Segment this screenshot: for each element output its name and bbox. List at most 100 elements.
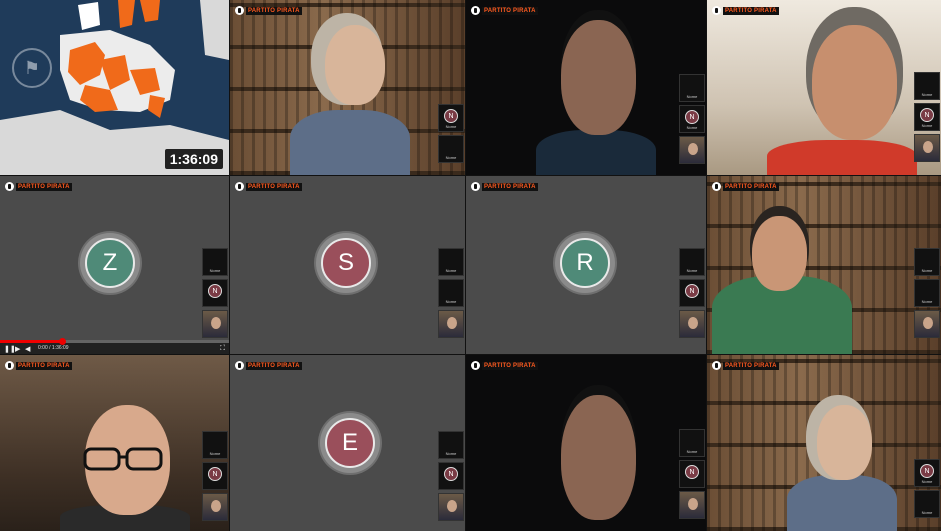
brand-logo: PARTITO PIRATA	[471, 181, 538, 192]
pirate-party-logo-icon	[471, 6, 480, 15]
side-thumb-video[interactable]	[679, 136, 705, 164]
timestamp-badge: 1:36:09	[164, 149, 223, 169]
participant-body	[787, 475, 897, 531]
side-thumbnails: Nome N	[679, 429, 705, 519]
participant-body	[290, 110, 410, 175]
tile-participant-man-dark[interactable]: PARTITO PIRATA Nome N Nome	[466, 0, 706, 175]
progress-track[interactable]	[0, 338, 229, 345]
avatar-ring: R	[555, 233, 615, 293]
side-thumb[interactable]: Nome	[438, 135, 464, 163]
side-thumb-video[interactable]	[914, 310, 940, 338]
side-thumbnails: Nome N	[438, 431, 464, 521]
glasses	[83, 447, 163, 471]
side-thumb[interactable]: N Nome	[914, 103, 940, 131]
brand-logo: PARTITO PIRATA	[235, 360, 302, 371]
pirate-party-logo-icon	[235, 182, 244, 191]
pirate-party-logo-icon	[5, 361, 14, 370]
play-icon[interactable]: ❚❚	[4, 345, 16, 353]
side-thumb[interactable]: Nome	[914, 248, 940, 276]
side-thumbnails: Nome N	[679, 248, 705, 338]
avatar-ring: Z	[80, 233, 140, 293]
pirate-party-logo-icon	[5, 182, 14, 191]
side-thumb[interactable]: N	[202, 279, 228, 307]
tile-avatar-r[interactable]: PARTITO PIRATA R Nome N	[466, 176, 706, 354]
pirate-party-watermark-icon: ⚑	[12, 48, 52, 88]
side-thumb[interactable]: N	[438, 462, 464, 490]
pirate-party-logo-icon	[712, 182, 721, 191]
avatar: Z	[85, 238, 135, 288]
side-thumbnails: Nome N Nome	[679, 74, 705, 164]
side-thumb-video[interactable]	[914, 134, 940, 162]
tile-participant-woman[interactable]: PARTITO PIRATA N Nome Nome	[230, 0, 465, 175]
pirate-party-logo-icon	[471, 361, 480, 370]
side-thumb[interactable]: Nome	[438, 248, 464, 276]
brand-logo: PARTITO PIRATA	[712, 181, 779, 192]
pirate-party-logo-icon	[471, 182, 480, 191]
side-thumb-video[interactable]	[438, 310, 464, 338]
brand-logo: PARTITO PIRATA	[235, 181, 302, 192]
pirate-party-logo-icon	[712, 361, 721, 370]
avatar-ring: S	[316, 233, 376, 293]
side-thumbnails: Nome N	[202, 431, 228, 521]
participant-head	[752, 216, 807, 291]
side-thumbnails: Nome Nome	[438, 248, 464, 338]
tile-participant-man-green[interactable]: PARTITO PIRATA Nome Nome	[707, 176, 941, 354]
side-thumb[interactable]: N	[679, 279, 705, 307]
avatar: E	[325, 418, 375, 468]
brand-logo: PARTITO PIRATA	[712, 360, 779, 371]
tile-avatar-s[interactable]: PARTITO PIRATA S Nome Nome	[230, 176, 465, 354]
video-player-bar[interactable]: ❚❚ ▶ ◀ 0:00 / 1:36:09 ⛶	[0, 338, 229, 354]
side-thumb-video[interactable]	[438, 493, 464, 521]
brand-logo: PARTITO PIRATA	[471, 360, 538, 371]
participant-body	[767, 140, 917, 175]
side-thumb[interactable]: Nome	[914, 279, 940, 307]
fullscreen-icon[interactable]: ⛶	[220, 345, 225, 353]
side-thumb-video[interactable]	[202, 493, 228, 521]
side-thumb[interactable]: Nome	[202, 248, 228, 276]
side-thumb[interactable]: Nome	[679, 429, 705, 457]
participant-head	[561, 395, 636, 520]
tile-map-presentation[interactable]: ⚑ 1:36:09	[0, 0, 229, 175]
side-thumb[interactable]: Nome	[202, 431, 228, 459]
side-thumb[interactable]: Nome	[438, 431, 464, 459]
side-thumb[interactable]: Nome	[914, 72, 940, 100]
tile-avatar-z[interactable]: PARTITO PIRATA Z Nome N ❚❚ ▶ ◀ 0:00 / 1:…	[0, 176, 229, 354]
side-thumb[interactable]: Nome	[679, 248, 705, 276]
side-thumbnails: Nome Nome	[914, 248, 940, 338]
pirate-party-logo-icon	[712, 6, 721, 15]
side-thumbnails: Nome N	[202, 248, 228, 338]
brand-logo: PARTITO PIRATA	[5, 360, 72, 371]
side-thumbnails: N Nome Nome	[438, 104, 464, 163]
tile-participant-bald-man[interactable]: PARTITO PIRATA Nome N	[0, 355, 229, 531]
side-thumb[interactable]: Nome	[438, 279, 464, 307]
tile-participant-woman-2[interactable]: PARTITO PIRATA N Nome Nome	[707, 355, 941, 531]
side-thumb-video[interactable]	[679, 310, 705, 338]
tile-participant-man-dark-2[interactable]: PARTITO PIRATA Nome N	[466, 355, 706, 531]
side-thumb[interactable]: Nome	[679, 74, 705, 102]
side-thumb-video[interactable]	[202, 310, 228, 338]
avatar: S	[321, 238, 371, 288]
brand-logo: PARTITO PIRATA	[712, 5, 779, 16]
side-thumb-video[interactable]	[679, 491, 705, 519]
volume-icon[interactable]: ◀	[25, 345, 30, 353]
side-thumb[interactable]: N	[679, 460, 705, 488]
side-thumb[interactable]: Nome	[914, 490, 940, 518]
participant-head	[325, 25, 385, 105]
brand-logo: PARTITO PIRATA	[471, 5, 538, 16]
tile-avatar-e[interactable]: PARTITO PIRATA E Nome N	[230, 355, 465, 531]
side-thumb[interactable]: N Nome	[679, 105, 705, 133]
side-thumb[interactable]: N Nome	[914, 459, 940, 487]
progress-knob[interactable]	[58, 338, 66, 345]
tile-participant-man-red[interactable]: PARTITO PIRATA Nome N Nome	[707, 0, 941, 175]
video-call-grid: ⚑ 1:36:09 PARTITO PIRATA N Nome Nome PART…	[0, 0, 941, 531]
participant-head	[817, 405, 872, 480]
side-thumb[interactable]: N Nome	[438, 104, 464, 132]
player-timecode: 0:00 / 1:36:09	[38, 345, 69, 351]
brand-logo: PARTITO PIRATA	[235, 5, 302, 16]
next-icon[interactable]: ▶	[15, 345, 20, 353]
participant-head	[812, 25, 897, 140]
pirate-party-logo-icon	[235, 6, 244, 15]
side-thumbnails: Nome N Nome	[914, 72, 940, 162]
side-thumb[interactable]: N	[202, 462, 228, 490]
progress-fill	[0, 340, 62, 343]
